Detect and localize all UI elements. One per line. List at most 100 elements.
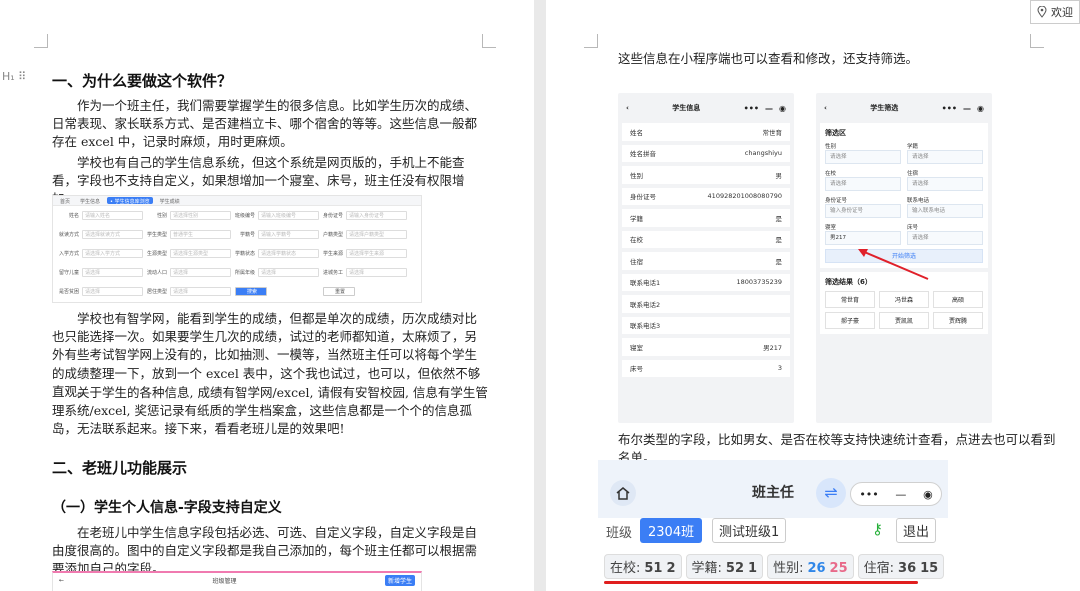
stat-value-b: 2: [666, 561, 676, 576]
stat-value-a: 52: [725, 561, 745, 576]
heading-why: 一、为什么要做这个软件？: [52, 72, 233, 90]
info-value: changshiyu: [744, 149, 782, 158]
paragraph-intro: 作为一个班主任，我们需要掌握学生的很多信息。比如学生历次的成绩、日常表现、家长联…: [52, 98, 478, 150]
result-names: 常世育 冯世森 高硕 郝子豪 贾凯凯 贾辉腾: [825, 291, 983, 329]
info-row: 联系电话2: [622, 295, 790, 313]
location-pin-icon: [1037, 6, 1047, 18]
info-row: 床号 3: [622, 359, 790, 377]
web-form-field: 生源类型 请选择生源类型: [147, 249, 231, 258]
info-value: 男: [775, 171, 783, 180]
info-key: 姓名拼音: [630, 150, 656, 159]
web-field-label: 身份证号: [323, 213, 344, 219]
web-form-field: 搜索搜索: [235, 287, 319, 296]
web-field-input: 搜索: [235, 287, 267, 296]
web-field-input: 请选择就读方式: [82, 230, 143, 239]
filter-field-label: 住宿: [907, 171, 919, 177]
logout-button: 退出: [896, 518, 937, 543]
filter-field-label: 床号: [907, 225, 919, 231]
web-form-field: 学籍号 请输入学籍号: [235, 230, 319, 239]
web-field-input: 请输入身份证号: [346, 211, 407, 220]
class-label: 班级: [606, 526, 633, 541]
web-form-row: 入学方式 请选择入学方式 生源类型 请选择生源类型 学籍状态 请选择学籍状态 学生来源 请选择…: [53, 244, 421, 263]
class-management-title: 班级管理: [212, 578, 237, 585]
filter-field-input: 输入联系电话: [907, 204, 983, 218]
filter-field: 学籍 请选择: [907, 142, 983, 167]
web-field-input: 请选择: [170, 287, 231, 296]
info-value: 3: [777, 364, 782, 373]
web-field-label: 是否贫困: [59, 289, 80, 295]
web-field-label: 进城务工: [323, 270, 344, 276]
left-document-page: H₁ ⠿ 一、为什么要做这个软件？ 作为一个班主任，我们需要掌握学生的很多信息。…: [0, 0, 534, 591]
class-management-screenshot: ← 班级管理 新增学生: [52, 571, 422, 591]
filter-field: 住宿 请选择: [907, 169, 983, 194]
web-form-field: 学生类型 普通学生: [147, 230, 231, 239]
stat-value-b: 25: [829, 561, 848, 576]
result-name: 贾辉腾: [933, 312, 983, 329]
info-key: 性别: [630, 171, 643, 180]
web-form-row: 留守儿童 请选择 流动人口 请选择 所属年级 请选择 进城务工 请选择: [53, 263, 421, 282]
filter-field: 身份证号 输入身份证号: [825, 196, 901, 221]
result-name: 常世育: [825, 291, 875, 308]
web-field-label: 居住类型: [147, 289, 168, 295]
info-key: 在校: [630, 236, 643, 245]
web-form-field: 重置重置: [323, 287, 407, 296]
filter-field: 在校 请选择: [825, 169, 901, 194]
web-form-field: 居住类型 请选择: [147, 287, 231, 296]
info-list: 姓名 常世育 姓名拼音 changshiyu 性别 男身份证号 41092820100808…: [618, 123, 794, 377]
heading-drag-handle-icon[interactable]: H₁ ⠿: [2, 70, 26, 83]
web-field-label: 性别: [156, 213, 167, 219]
record-icon: ◉: [977, 103, 984, 113]
web-field-input: 请选择学生来源: [346, 249, 407, 258]
filter-field-input: 请选择: [825, 177, 901, 191]
filter-field-label: 性别: [825, 144, 837, 150]
web-form-field: 户籍类型 请选择户籍类型: [323, 230, 407, 239]
info-row: 姓名 常世育: [622, 123, 790, 141]
stat-value-b: 1: [748, 561, 758, 576]
paragraph-miniprogram: 这些信息在小程序端也可以查看和修改，还支持筛选。: [618, 51, 919, 66]
web-field-input: 请输入学籍号: [258, 230, 319, 239]
web-tab: • 学生信息库浏览: [107, 197, 153, 205]
stat-chip: 性别: 26 25: [767, 554, 854, 579]
web-form-field: 身份证号 请输入身份证号: [323, 211, 407, 220]
stat-chip: 学籍: 52 1: [685, 554, 764, 579]
result-name: 冯世森: [879, 291, 929, 308]
result-name: 高硕: [933, 291, 983, 308]
class-teacher-app-screenshot: 班主任 ⇌ ••• — ◉ 班级 2304班 测试班级1 ⚷ 退出 在校: 51 2 学籍…: [598, 460, 948, 591]
web-form-field: 所属年级 请选择: [235, 268, 319, 277]
stat-value-a: 51: [644, 561, 663, 576]
record-icon: ◉: [923, 487, 933, 501]
class-tab-test: 测试班级1: [712, 518, 787, 543]
web-form-row: 是否贫困 请选择居住类型请选择搜索搜索重置重置: [53, 282, 421, 301]
web-field-label: 姓名: [68, 213, 79, 219]
phone-title: 学生信息: [672, 104, 701, 112]
underline-annotation: [604, 581, 918, 584]
web-field-label: 留守儿童: [59, 270, 80, 276]
stat-value-a: 36: [898, 561, 917, 576]
back-arrow-icon: ‹: [824, 104, 827, 112]
web-tab-bar: 首页 学生信息 • 学生信息库浏览 学生成绩: [53, 196, 421, 206]
web-form-field: 班级编号 请输入班级编号: [235, 211, 319, 220]
info-key: 联系电话1: [630, 279, 661, 288]
web-system-screenshot: 首页 学生信息 • 学生信息库浏览 学生成绩 姓名 请输入姓名 性别 请选择性别 班级编号 请输…: [52, 195, 422, 303]
web-field-input: 请选择: [170, 268, 231, 277]
paragraph-info-islands: 关于学生的各种信息, 成绩有智学网/excel, 请假有安智校园, 信息有学生管…: [52, 385, 488, 437]
stat-value-b: 15: [920, 561, 939, 576]
stat-label: 在校:: [610, 561, 641, 576]
web-field-label: 户籍类型: [323, 232, 344, 238]
web-field-input: 请选择户籍类型: [346, 230, 407, 239]
web-field-label: 入学方式: [59, 251, 80, 257]
more-dots-icon: •••: [941, 103, 958, 113]
heading-features: 二、老班儿功能展示: [52, 459, 188, 477]
filter-field-input: 请选择: [825, 150, 901, 164]
info-row: 住宿 是: [622, 252, 790, 270]
web-form-field: 学籍状态 请选择学籍状态: [235, 249, 319, 258]
web-field-label: 流动人口: [147, 270, 168, 276]
switch-icon: ⇌: [816, 478, 846, 508]
annotation-arrow-icon: [858, 249, 929, 280]
info-key: 学籍: [630, 214, 643, 223]
web-form-field: 入学方式 请选择入学方式: [59, 249, 143, 258]
web-field-input: 请选择: [82, 268, 143, 277]
web-form-row: 就读方式 请选择就读方式 学生类型 普通学生 学籍号 请输入学籍号 户籍类型 请选择户籍类型: [53, 225, 421, 244]
back-arrow-icon: ‹: [626, 104, 629, 112]
result-name: 贾凯凯: [879, 312, 929, 329]
